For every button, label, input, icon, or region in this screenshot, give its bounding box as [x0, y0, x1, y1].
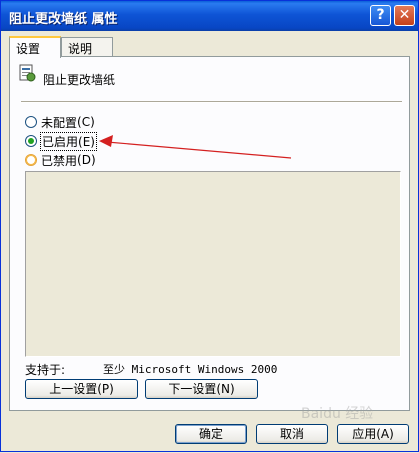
option-not-configured[interactable]: 未配置 (C): [25, 114, 95, 130]
tab-explain[interactable]: 说明: [61, 37, 113, 57]
radio-disabled[interactable]: [25, 154, 37, 166]
supported-label: 支持于:: [25, 363, 66, 377]
ok-button[interactable]: 确定: [175, 424, 247, 444]
option-hotkey: (D): [77, 153, 96, 167]
next-setting-button[interactable]: 下一设置(N): [145, 379, 258, 399]
close-button[interactable]: ✕: [394, 5, 415, 26]
policy-name: 阻止更改墙纸: [43, 73, 116, 87]
title-bar[interactable]: 阻止更改墙纸 属性 ? ✕: [1, 1, 418, 31]
option-disabled[interactable]: 已禁用 (D): [25, 152, 96, 168]
option-label: 未配置: [41, 115, 78, 130]
window-title: 阻止更改墙纸 属性: [9, 12, 118, 27]
radio-not-configured[interactable]: [25, 116, 37, 128]
supported-on: 支持于: 至少 Microsoft Windows 2000: [25, 361, 277, 378]
watermark: Baidu 经验: [301, 406, 374, 422]
close-icon: ✕: [398, 7, 411, 23]
radio-enabled[interactable]: [25, 135, 37, 147]
properties-dialog: 阻止更改墙纸 属性 ? ✕ 设置 说明 阻止更改墙纸 未配置 (C) 已启用(E…: [0, 0, 419, 452]
option-label: 已禁用: [41, 153, 78, 168]
supported-value: 至少 Microsoft Windows 2000: [103, 363, 278, 376]
separator: [21, 101, 402, 103]
option-enabled[interactable]: 已启用(E): [25, 131, 97, 151]
option-label-enabled: 已启用(E): [40, 131, 97, 151]
option-hotkey: (C): [77, 115, 95, 129]
help-icon: ?: [376, 7, 385, 23]
tab-settings[interactable]: 设置: [9, 36, 61, 58]
cancel-button[interactable]: 取消: [256, 424, 328, 444]
help-button[interactable]: ?: [370, 5, 391, 26]
previous-setting-button[interactable]: 上一设置(P): [25, 379, 138, 399]
comment-area[interactable]: [25, 171, 401, 357]
apply-button[interactable]: 应用(A): [337, 424, 409, 444]
policy-setting-icon: [19, 64, 36, 82]
